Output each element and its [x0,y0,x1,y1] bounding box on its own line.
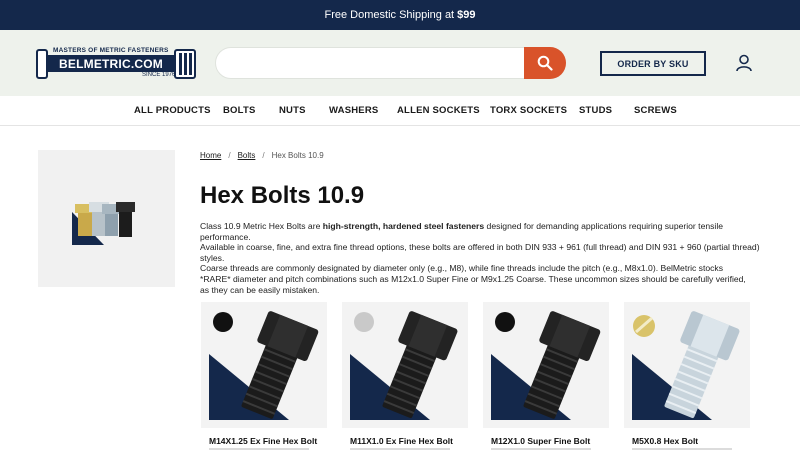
promo-bar: Free Domestic Shipping at $99 [0,0,800,30]
product-card[interactable]: M12X1.0 Super Fine Bolt [483,302,609,450]
nav-washers[interactable]: WASHERS [329,105,378,116]
order-by-sku-button[interactable]: ORDER BY SKU [600,51,706,76]
user-icon [736,54,752,72]
product-name[interactable]: M11X1.0 Ex Fine Hex Bolt [350,436,453,446]
breadcrumb-home[interactable]: Home [200,151,221,160]
description-paragraph-1: Class 10.9 Metric Hex Bolts are high-str… [200,221,724,242]
site-logo[interactable]: MASTERS OF METRIC FASTENERS BELMETRIC.CO… [36,47,196,81]
main-nav: ALL PRODUCTS BOLTS NUTS WASHERS ALLEN SO… [0,96,800,126]
product-image [632,311,740,420]
finish-swatch [354,312,374,332]
product-name[interactable]: M14X1.25 Ex Fine Hex Bolt [209,436,317,446]
breadcrumb-current: Hex Bolts 10.9 [271,151,324,160]
nav-nuts[interactable]: NUTS [279,105,306,116]
product-image [209,311,319,420]
promo-amount: $99 [457,9,476,21]
product-image [350,311,458,420]
nav-bolts[interactable]: BOLTS [223,105,256,116]
logo-bolt-right [174,49,196,79]
search-box [215,47,566,79]
finish-swatch [495,312,515,332]
product-card[interactable]: M14X1.25 Ex Fine Hex Bolt [201,302,327,450]
search-button[interactable] [524,47,566,79]
nav-all-products[interactable]: ALL PRODUCTS [134,105,211,116]
product-card[interactable]: M11X1.0 Ex Fine Hex Bolt [342,302,468,450]
logo-name: BELMETRIC.COM [48,55,174,72]
description-paragraph-3: Coarse threads are commonly designated b… [200,263,746,295]
nav-torx-sockets[interactable]: TORX SOCKETS [490,105,567,116]
account-button[interactable] [735,54,753,72]
promo-text: Free Domestic Shipping at [324,9,455,21]
nav-screws[interactable]: SCREWS [634,105,677,116]
logo-bolt-left [36,49,48,79]
nav-allen-sockets[interactable]: ALLEN SOCKETS [397,105,480,116]
finish-swatch [213,312,233,332]
page-title: Hex Bolts 10.9 [200,182,365,209]
search-icon [537,55,553,71]
logo-tagline: MASTERS OF METRIC FASTENERS [53,47,169,54]
nav-studs[interactable]: STUDS [579,105,612,116]
description-paragraph-2: Available in coarse, fine, and extra fin… [200,242,760,263]
breadcrumb: Home / Bolts / Hex Bolts 10.9 [200,151,324,160]
product-image [491,311,601,420]
product-card[interactable]: M5X0.8 Hex Bolt [624,302,750,450]
product-name[interactable]: M5X0.8 Hex Bolt [632,436,698,446]
breadcrumb-bolts[interactable]: Bolts [238,151,256,160]
search-input[interactable] [230,54,520,74]
category-image [38,150,175,287]
product-name[interactable]: M12X1.0 Super Fine Bolt [491,436,590,446]
